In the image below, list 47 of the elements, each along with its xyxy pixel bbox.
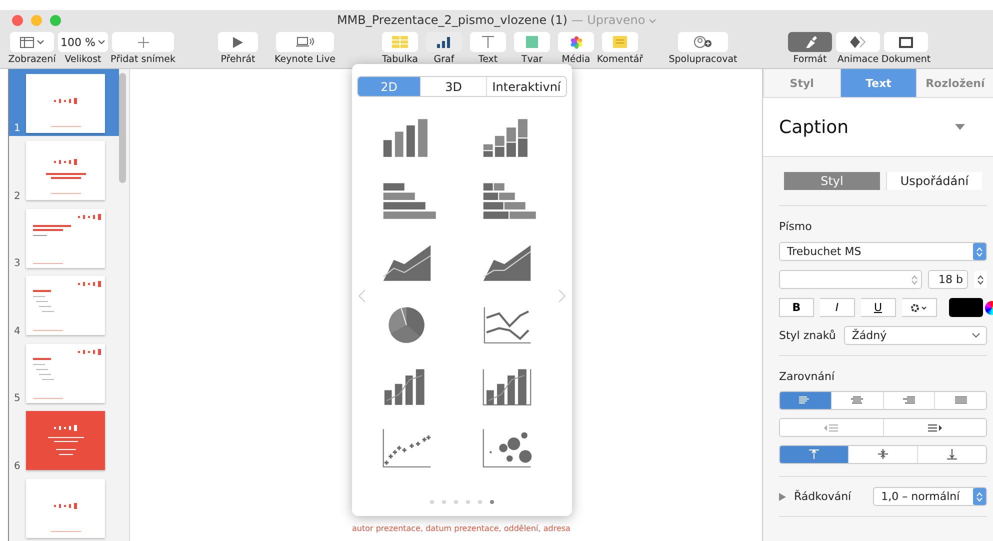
window-title: MMB_Prezentace_2_pismo_vlozene (1) [336,13,568,27]
toolbar-label: Animace [837,54,879,65]
slide-number: 1 [14,123,20,134]
toolbar-label: Text [478,54,498,65]
slide-number: 2 [14,190,20,202]
title-separator: — [571,13,584,27]
slide-row[interactable]: 3 [9,204,119,272]
section-label: Zarovnání [779,370,836,383]
slide-number: 4 [14,326,20,337]
document-status: Upraveno [587,13,646,27]
slide-number: 5 [14,393,20,404]
slide-row[interactable]: 5 [9,338,119,406]
slide-number: 6 [14,460,20,472]
toolbar-label: Spolupracovat [668,54,738,65]
font-size-field[interactable]: 18 b [928,270,968,289]
toolbar-label: Tabulka [382,54,418,65]
paragraph-style[interactable]: Caption [779,116,849,138]
slide-row[interactable]: 2 [9,136,119,204]
segment-tab[interactable]: Uspořádání [886,172,982,190]
format-button[interactable]: I [820,298,855,317]
toolbar-label: Komentář [596,54,644,65]
toolbar-button[interactable]: 100 % [58,32,108,52]
toolbar-label: Velikost [64,54,102,65]
segment-tab[interactable]: Styl [784,172,880,190]
slide-footer-text: autor prezentace, datum prezentace, oddělení, adresa [352,524,570,533]
slide-row[interactable]: 1 [9,69,119,136]
slide-row[interactable]: 6 [9,406,119,474]
format-button[interactable]: U [861,298,896,317]
toolbar-label: Tvar [521,54,543,65]
toolbar-label: Formát [793,54,827,65]
toolbar-label: Média [562,54,590,65]
field-label: Styl znaků [779,329,836,342]
line-spacing-select[interactable]: 1,0 – normální [873,487,987,506]
toolbar-label: Přehrát [220,54,256,65]
toolbar-label: Přidat snímek [110,54,176,65]
toolbar-label: Graf [434,54,454,65]
toolbar-label: Dokument [881,54,931,65]
toolbar-label: Keynote Live [274,54,336,65]
slide-number: 3 [14,258,20,270]
chart-tab[interactable]: Interaktivní [486,77,566,96]
format-button[interactable]: B [779,298,814,317]
section-label: Písmo [779,220,813,233]
slide-row[interactable]: 4 [9,271,119,339]
char-style-select[interactable]: Žádný [844,326,987,345]
font-select[interactable]: Trebuchet MS [779,242,987,261]
field-label: Řádkování [794,490,852,503]
toolbar-label: Zobrazení [8,54,56,65]
